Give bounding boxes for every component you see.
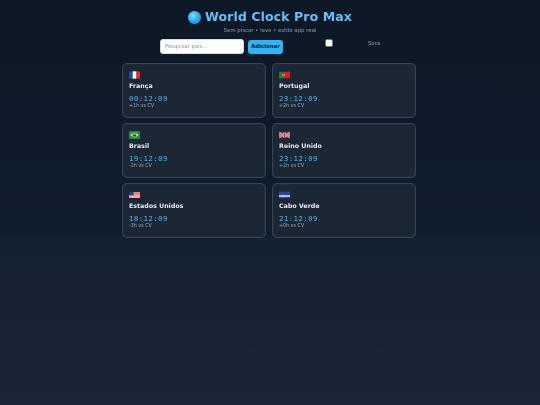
clock-time: 18:12:09 [129, 214, 168, 223]
france-flag-icon [129, 71, 140, 79]
page-title: World Clock Pro Max [205, 9, 352, 24]
clock-card-brazil: Brasil 19:12:09 -2h vs CV [122, 123, 266, 178]
search-input[interactable] [160, 39, 244, 54]
clock-time: 19:12:09 [129, 154, 168, 163]
country-name: Portugal [279, 83, 310, 90]
page-subtitle: Sem piscar • leve • estilo app real [223, 28, 317, 34]
clock-card-france: França 00:12:09 +1h vs CV [122, 63, 266, 118]
clock-time: 00:12:09 [129, 94, 168, 103]
sound-checkbox[interactable] [325, 39, 333, 47]
clock-grid: França 00:12:09 +1h vs CV Portugal 23:12… [122, 63, 418, 238]
clock-card-content: Brasil 19:12:09 -2h vs CV [129, 131, 168, 170]
controls-bar: Adicionar Sons [160, 39, 400, 54]
brazil-flag-icon [129, 131, 140, 139]
clock-card-portugal: Portugal 23:12:09 +2h vs CV [272, 63, 416, 118]
country-name: Brasil [129, 143, 150, 150]
clock-time: 21:12:09 [279, 214, 318, 223]
time-offset: +2h vs CV [279, 164, 305, 169]
clock-card-united-states: Estados Unidos 18:12:09 -3h vs CV [122, 183, 266, 238]
portugal-flag-icon [279, 71, 290, 79]
time-offset: +1h vs CV [129, 104, 155, 109]
united-kingdom-flag-icon [279, 131, 290, 139]
time-offset: -2h vs CV [129, 164, 152, 169]
country-name: Cabo Verde [279, 203, 320, 210]
country-name: Reino Unido [279, 143, 322, 150]
country-name: França [129, 83, 153, 90]
globe-icon [188, 10, 202, 24]
page-header: World Clock Pro Max Sem piscar • leve • … [0, 8, 540, 35]
clock-card-content: Reino Unido 23:12:09 +2h vs CV [279, 131, 322, 170]
cape-verde-flag-icon [279, 191, 290, 199]
clock-card-united-kingdom: Reino Unido 23:12:09 +2h vs CV [272, 123, 416, 178]
time-offset: +2h vs CV [279, 104, 305, 109]
sound-label: Sons [368, 41, 381, 47]
clock-card-cape-verde: Cabo Verde 21:12:09 +0h vs CV [272, 183, 416, 238]
united-states-flag-icon [129, 192, 140, 198]
clock-time: 23:12:09 [279, 154, 318, 163]
country-name: Estados Unidos [129, 203, 184, 210]
time-offset: -3h vs CV [129, 224, 152, 229]
clock-card-content: França 00:12:09 +1h vs CV [129, 71, 168, 110]
clock-card-content: Cabo Verde 21:12:09 +0h vs CV [279, 191, 320, 230]
clock-time: 23:12:09 [279, 94, 318, 103]
clock-card-content: Estados Unidos 18:12:09 -3h vs CV [129, 191, 183, 230]
clock-card-content: Portugal 23:12:09 +2h vs CV [279, 71, 318, 110]
world-clock-page: World Clock Pro Max Sem piscar • leve • … [0, 0, 540, 405]
add-button[interactable]: Adicionar [248, 40, 283, 54]
time-offset: +0h vs CV [279, 224, 305, 229]
title-row: World Clock Pro Max [0, 8, 540, 26]
